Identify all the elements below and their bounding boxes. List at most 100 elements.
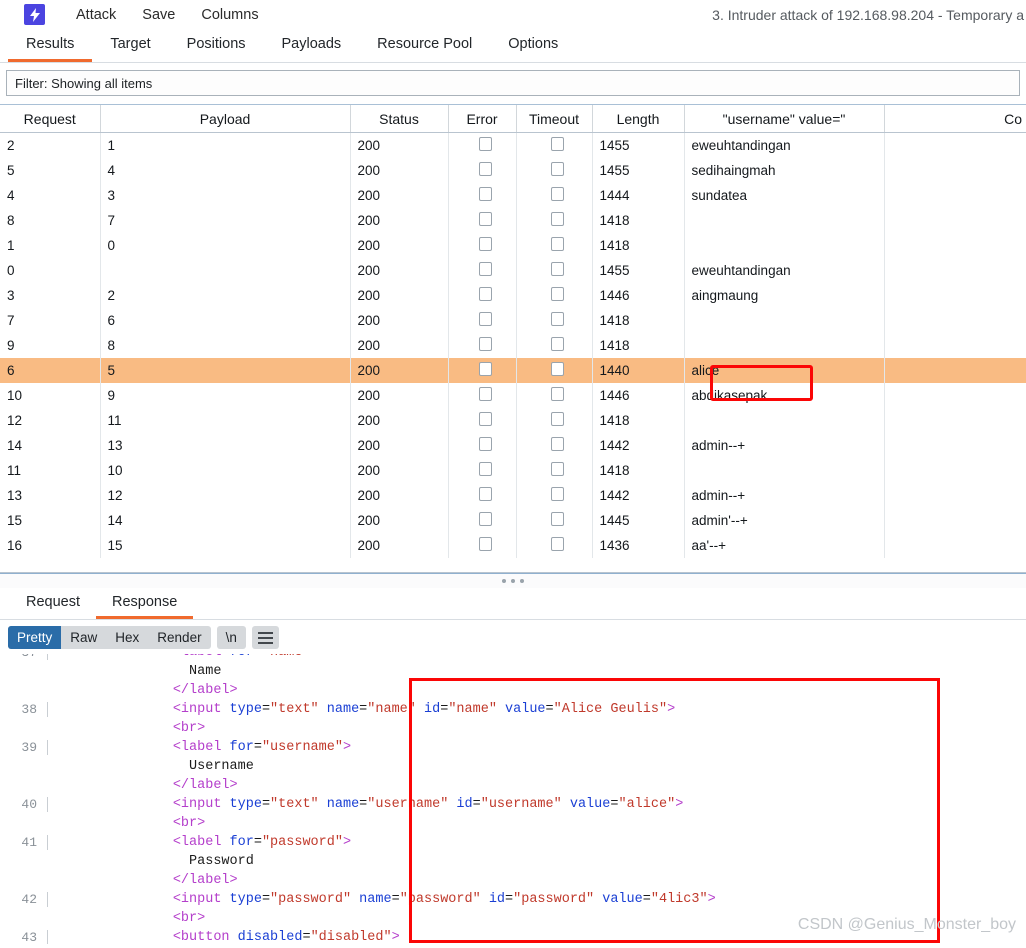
checkbox-icon[interactable] <box>551 262 564 276</box>
checkbox-icon[interactable] <box>479 462 492 476</box>
checkbox-icon[interactable] <box>551 337 564 351</box>
checkbox-icon[interactable] <box>479 287 492 301</box>
cell-timeout-checkbox[interactable] <box>516 458 593 483</box>
cell-error-checkbox[interactable] <box>448 158 517 183</box>
menu-item-columns[interactable]: Columns <box>188 7 271 23</box>
cell-timeout-checkbox[interactable] <box>516 258 593 283</box>
cell-timeout-checkbox[interactable] <box>516 208 593 233</box>
tab-response[interactable]: Response <box>96 594 194 619</box>
tab-payloads[interactable]: Payloads <box>264 36 360 62</box>
table-row[interactable]: 4 3 200 1444 sundatea <box>0 183 1026 208</box>
cell-error-checkbox[interactable] <box>448 508 517 533</box>
column-header-timeout[interactable]: Timeout <box>516 105 593 133</box>
tab-results[interactable]: Results <box>8 36 93 62</box>
tab-target[interactable]: Target <box>92 36 168 62</box>
table-row[interactable]: 7 6 200 1418 <box>0 308 1026 333</box>
panel-splitter[interactable] <box>0 573 1026 588</box>
column-header-comment[interactable]: Co <box>884 105 1026 133</box>
table-row[interactable]: 0 200 1455 eweuhtandingan <box>0 258 1026 283</box>
cell-error-checkbox[interactable] <box>448 408 517 433</box>
cell-timeout-checkbox[interactable] <box>516 433 593 458</box>
table-row[interactable]: 11 10 200 1418 <box>0 458 1026 483</box>
cell-timeout-checkbox[interactable] <box>516 533 593 558</box>
tab-request[interactable]: Request <box>10 594 96 619</box>
table-row[interactable]: 9 8 200 1418 <box>0 333 1026 358</box>
view-mode-hex[interactable]: Hex <box>106 626 148 649</box>
table-row[interactable]: 16 15 200 1436 aa'--+ <box>0 533 1026 558</box>
cell-timeout-checkbox[interactable] <box>516 132 593 158</box>
checkbox-icon[interactable] <box>479 512 492 526</box>
checkbox-icon[interactable] <box>479 537 492 551</box>
checkbox-icon[interactable] <box>479 437 492 451</box>
cell-timeout-checkbox[interactable] <box>516 308 593 333</box>
checkbox-icon[interactable] <box>551 187 564 201</box>
view-mode-raw[interactable]: Raw <box>61 626 106 649</box>
checkbox-icon[interactable] <box>551 462 564 476</box>
column-header-status[interactable]: Status <box>350 105 449 133</box>
checkbox-icon[interactable] <box>551 512 564 526</box>
cell-error-checkbox[interactable] <box>448 183 517 208</box>
column-header-payload[interactable]: Payload <box>100 105 351 133</box>
table-row[interactable]: 13 12 200 1442 admin--+ <box>0 483 1026 508</box>
checkbox-icon[interactable] <box>551 287 564 301</box>
table-row[interactable]: 2 1 200 1455 eweuhtandingan <box>0 132 1026 158</box>
checkbox-icon[interactable] <box>551 537 564 551</box>
cell-timeout-checkbox[interactable] <box>516 158 593 183</box>
checkbox-icon[interactable] <box>479 337 492 351</box>
checkbox-icon[interactable] <box>479 187 492 201</box>
tab-positions[interactable]: Positions <box>169 36 264 62</box>
checkbox-icon[interactable] <box>479 212 492 226</box>
cell-timeout-checkbox[interactable] <box>516 283 593 308</box>
cell-error-checkbox[interactable] <box>448 333 517 358</box>
checkbox-icon[interactable] <box>551 312 564 326</box>
tab-options[interactable]: Options <box>490 36 576 62</box>
cell-timeout-checkbox[interactable] <box>516 183 593 208</box>
hamburger-menu-icon[interactable] <box>251 626 279 649</box>
checkbox-icon[interactable] <box>479 387 492 401</box>
table-row[interactable]: 1 0 200 1418 <box>0 233 1026 258</box>
checkbox-icon[interactable] <box>551 487 564 501</box>
cell-error-checkbox[interactable] <box>448 208 517 233</box>
column-header-length[interactable]: Length <box>592 105 685 133</box>
cell-error-checkbox[interactable] <box>448 383 517 408</box>
table-row[interactable]: 14 13 200 1442 admin--+ <box>0 433 1026 458</box>
checkbox-icon[interactable] <box>551 437 564 451</box>
cell-timeout-checkbox[interactable] <box>516 358 593 383</box>
tab-resource-pool[interactable]: Resource Pool <box>359 36 490 62</box>
checkbox-icon[interactable] <box>551 162 564 176</box>
response-body-viewer[interactable]: 37 <label for="name"> Name </label> 38 <i… <box>0 654 1026 944</box>
cell-error-checkbox[interactable] <box>448 358 517 383</box>
table-row[interactable]: 10 9 200 1446 abdikasepak <box>0 383 1026 408</box>
menu-item-attack[interactable]: Attack <box>63 7 129 23</box>
menu-item-save[interactable]: Save <box>129 7 188 23</box>
cell-error-checkbox[interactable] <box>448 132 517 158</box>
checkbox-icon[interactable] <box>479 487 492 501</box>
view-mode-pretty[interactable]: Pretty <box>8 626 62 649</box>
column-header-request[interactable]: Request <box>0 105 101 133</box>
table-row[interactable]: 5 4 200 1455 sedihaingmah <box>0 158 1026 183</box>
show-newlines-button[interactable]: \n <box>216 626 246 649</box>
checkbox-icon[interactable] <box>479 237 492 251</box>
checkbox-icon[interactable] <box>551 387 564 401</box>
column-header-username[interactable]: "username" value=" <box>684 105 885 133</box>
table-row[interactable]: 15 14 200 1445 admin'--+ <box>0 508 1026 533</box>
cell-error-checkbox[interactable] <box>448 458 517 483</box>
checkbox-icon[interactable] <box>479 262 492 276</box>
checkbox-icon[interactable] <box>479 312 492 326</box>
table-row[interactable]: 8 7 200 1418 <box>0 208 1026 233</box>
checkbox-icon[interactable] <box>479 362 492 376</box>
checkbox-icon[interactable] <box>479 162 492 176</box>
filter-bar[interactable]: Filter: Showing all items <box>6 70 1020 96</box>
cell-error-checkbox[interactable] <box>448 533 517 558</box>
checkbox-icon[interactable] <box>479 412 492 426</box>
cell-error-checkbox[interactable] <box>448 258 517 283</box>
cell-timeout-checkbox[interactable] <box>516 483 593 508</box>
cell-error-checkbox[interactable] <box>448 233 517 258</box>
view-mode-render[interactable]: Render <box>148 626 210 649</box>
checkbox-icon[interactable] <box>551 412 564 426</box>
table-row[interactable]: 12 11 200 1418 <box>0 408 1026 433</box>
cell-timeout-checkbox[interactable] <box>516 408 593 433</box>
checkbox-icon[interactable] <box>551 237 564 251</box>
checkbox-icon[interactable] <box>551 137 564 151</box>
cell-timeout-checkbox[interactable] <box>516 383 593 408</box>
